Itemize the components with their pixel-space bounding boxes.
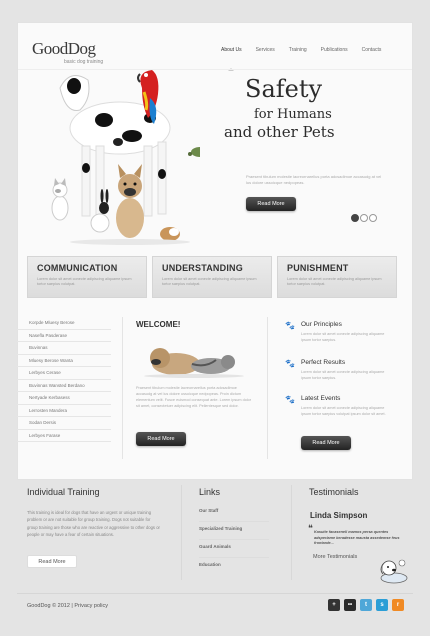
hero-title-humans: for Humans <box>254 107 332 122</box>
list-item[interactable]: Buvinnas Wansted Berdano <box>17 380 111 392</box>
hero-read-more-button[interactable]: Read More <box>246 197 296 211</box>
feature-boxes: COMMUNICATION Lorem dolor sit amet conec… <box>27 256 397 298</box>
right-title[interactable]: Our Principles <box>301 321 342 328</box>
feature-punishment[interactable]: PUNISHMENT Lorem dolor sit amet conecte … <box>277 256 397 298</box>
paw-icon: 🐾 <box>285 321 295 330</box>
twitter-icon[interactable]: t <box>360 599 372 611</box>
feature-title: UNDERSTANDING <box>162 263 243 273</box>
paw-icon: 🐾 <box>285 359 295 368</box>
list-item[interactable]: Buvinnas <box>17 342 111 355</box>
welcome-title: WELCOME! <box>136 320 181 329</box>
list-item[interactable]: Mluesy Berose Wanta <box>17 355 111 367</box>
feature-text: Lorem dolor sit amet conecte adipiscing … <box>37 277 132 286</box>
feature-communication[interactable]: COMMUNICATION Lorem dolor sit amet conec… <box>27 256 147 298</box>
testimonial-quote: Kasuite facasenell mamos persa quentes a… <box>314 530 400 545</box>
individual-training-text: This training is ideal for dogs that hav… <box>27 510 160 537</box>
quote-icon: ❝ <box>308 524 313 534</box>
feature-text: Lorem dolor sit amet conecte adipiscing … <box>162 277 257 286</box>
footer-link-education[interactable]: Education <box>199 558 269 576</box>
list-item[interactable]: Nertyade Kerbasess <box>17 392 111 405</box>
feature-title: PUNISHMENT <box>287 263 349 273</box>
feature-understanding[interactable]: UNDERSTANDING Lorem dolor sit amet conec… <box>152 256 272 298</box>
nav-contacts[interactable]: Contacts <box>355 47 389 53</box>
puppy-and-kitten-image <box>136 338 253 380</box>
slide-dot-3[interactable] <box>369 214 377 222</box>
footer-link-guard-animals[interactable]: Guard Animals <box>199 540 269 558</box>
footer-divider <box>291 485 292 580</box>
training-read-more-button[interactable]: Read More <box>27 555 77 568</box>
nav-about-us[interactable]: About Us <box>214 47 249 53</box>
events-read-more-button[interactable]: Read More <box>301 436 351 450</box>
footer-link-staff[interactable]: Our Staff <box>199 504 269 522</box>
hero-pets-image <box>51 70 200 245</box>
right-text: Lorem dolor sit amet conecte adipiscing … <box>301 332 385 342</box>
column-divider <box>122 317 123 459</box>
logo[interactable]: GoodDog <box>32 39 96 59</box>
slide-dot-1[interactable] <box>351 214 359 222</box>
more-testimonials-link[interactable]: More Testimonials <box>313 554 357 560</box>
right-text: Lorem dolor sit amet conecte adipiscing … <box>301 406 386 416</box>
slide-dot-2[interactable] <box>360 214 368 222</box>
sidebar-list: Korpde Mluesy Berose Nasefla Pasderase B… <box>17 317 111 442</box>
skype-icon[interactable]: s <box>376 599 388 611</box>
right-title[interactable]: Perfect Results <box>301 359 345 366</box>
rss-icon[interactable]: r <box>392 599 404 611</box>
hero-title-safety: Safety <box>245 75 323 103</box>
feature-title: COMMUNICATION <box>37 263 118 273</box>
footer-divider <box>181 485 182 580</box>
nav-training[interactable]: Training <box>282 47 314 53</box>
paw-icon: 🐾 <box>285 395 295 404</box>
cartoon-dog-icon <box>380 559 408 584</box>
plus-icon[interactable]: + <box>328 599 340 611</box>
nav-publications[interactable]: Publications <box>314 47 355 53</box>
right-title[interactable]: Latest Events <box>301 395 340 402</box>
nav-services[interactable]: Services <box>249 47 282 53</box>
individual-training-title: Individual Training <box>27 487 100 497</box>
main-nav: About Us Services Training Publications … <box>214 47 388 53</box>
social-icons: + •• t s r <box>328 599 404 611</box>
list-item[interactable]: Lerrosten Mandera <box>17 405 111 417</box>
hero-title-pets: and other Pets <box>224 123 335 141</box>
column-divider <box>267 317 268 459</box>
testimonials-title: Testimonials <box>309 487 359 497</box>
footer-link-specialized-training[interactable]: Specialized Training <box>199 522 269 540</box>
feature-text: Lorem dolor sit amet conecte adipiscing … <box>287 277 382 286</box>
slider-pagination <box>351 214 377 222</box>
footer-links: Our Staff Specialized Training Guard Ani… <box>199 504 269 576</box>
hero-description-visible: Praesent tibulum molestie lacreornarellu… <box>246 174 382 185</box>
links-title: Links <box>199 487 221 497</box>
list-item[interactable]: Korpde Mluesy Berose <box>17 317 111 330</box>
welcome-text: Praesent tibulum molestie lacreornarellu… <box>136 386 252 408</box>
testimonial-author: Linda Simpson <box>310 511 368 520</box>
right-text: Lorem dolor sit amet conecte adipiscing … <box>301 370 385 380</box>
footer-bottom-divider <box>17 593 413 594</box>
list-item[interactable]: Lerbyes Farase <box>17 430 111 442</box>
list-item[interactable]: Sodan Dersis <box>17 417 111 430</box>
welcome-read-more-button[interactable]: Read More <box>136 432 186 446</box>
list-item[interactable]: Lerbyes Cerase <box>17 367 111 380</box>
copyright: GoodDog © 2012 | Privacy policy <box>27 603 108 609</box>
list-item[interactable]: Nasefla Pasderase <box>17 330 111 342</box>
flickr-icon[interactable]: •• <box>344 599 356 611</box>
